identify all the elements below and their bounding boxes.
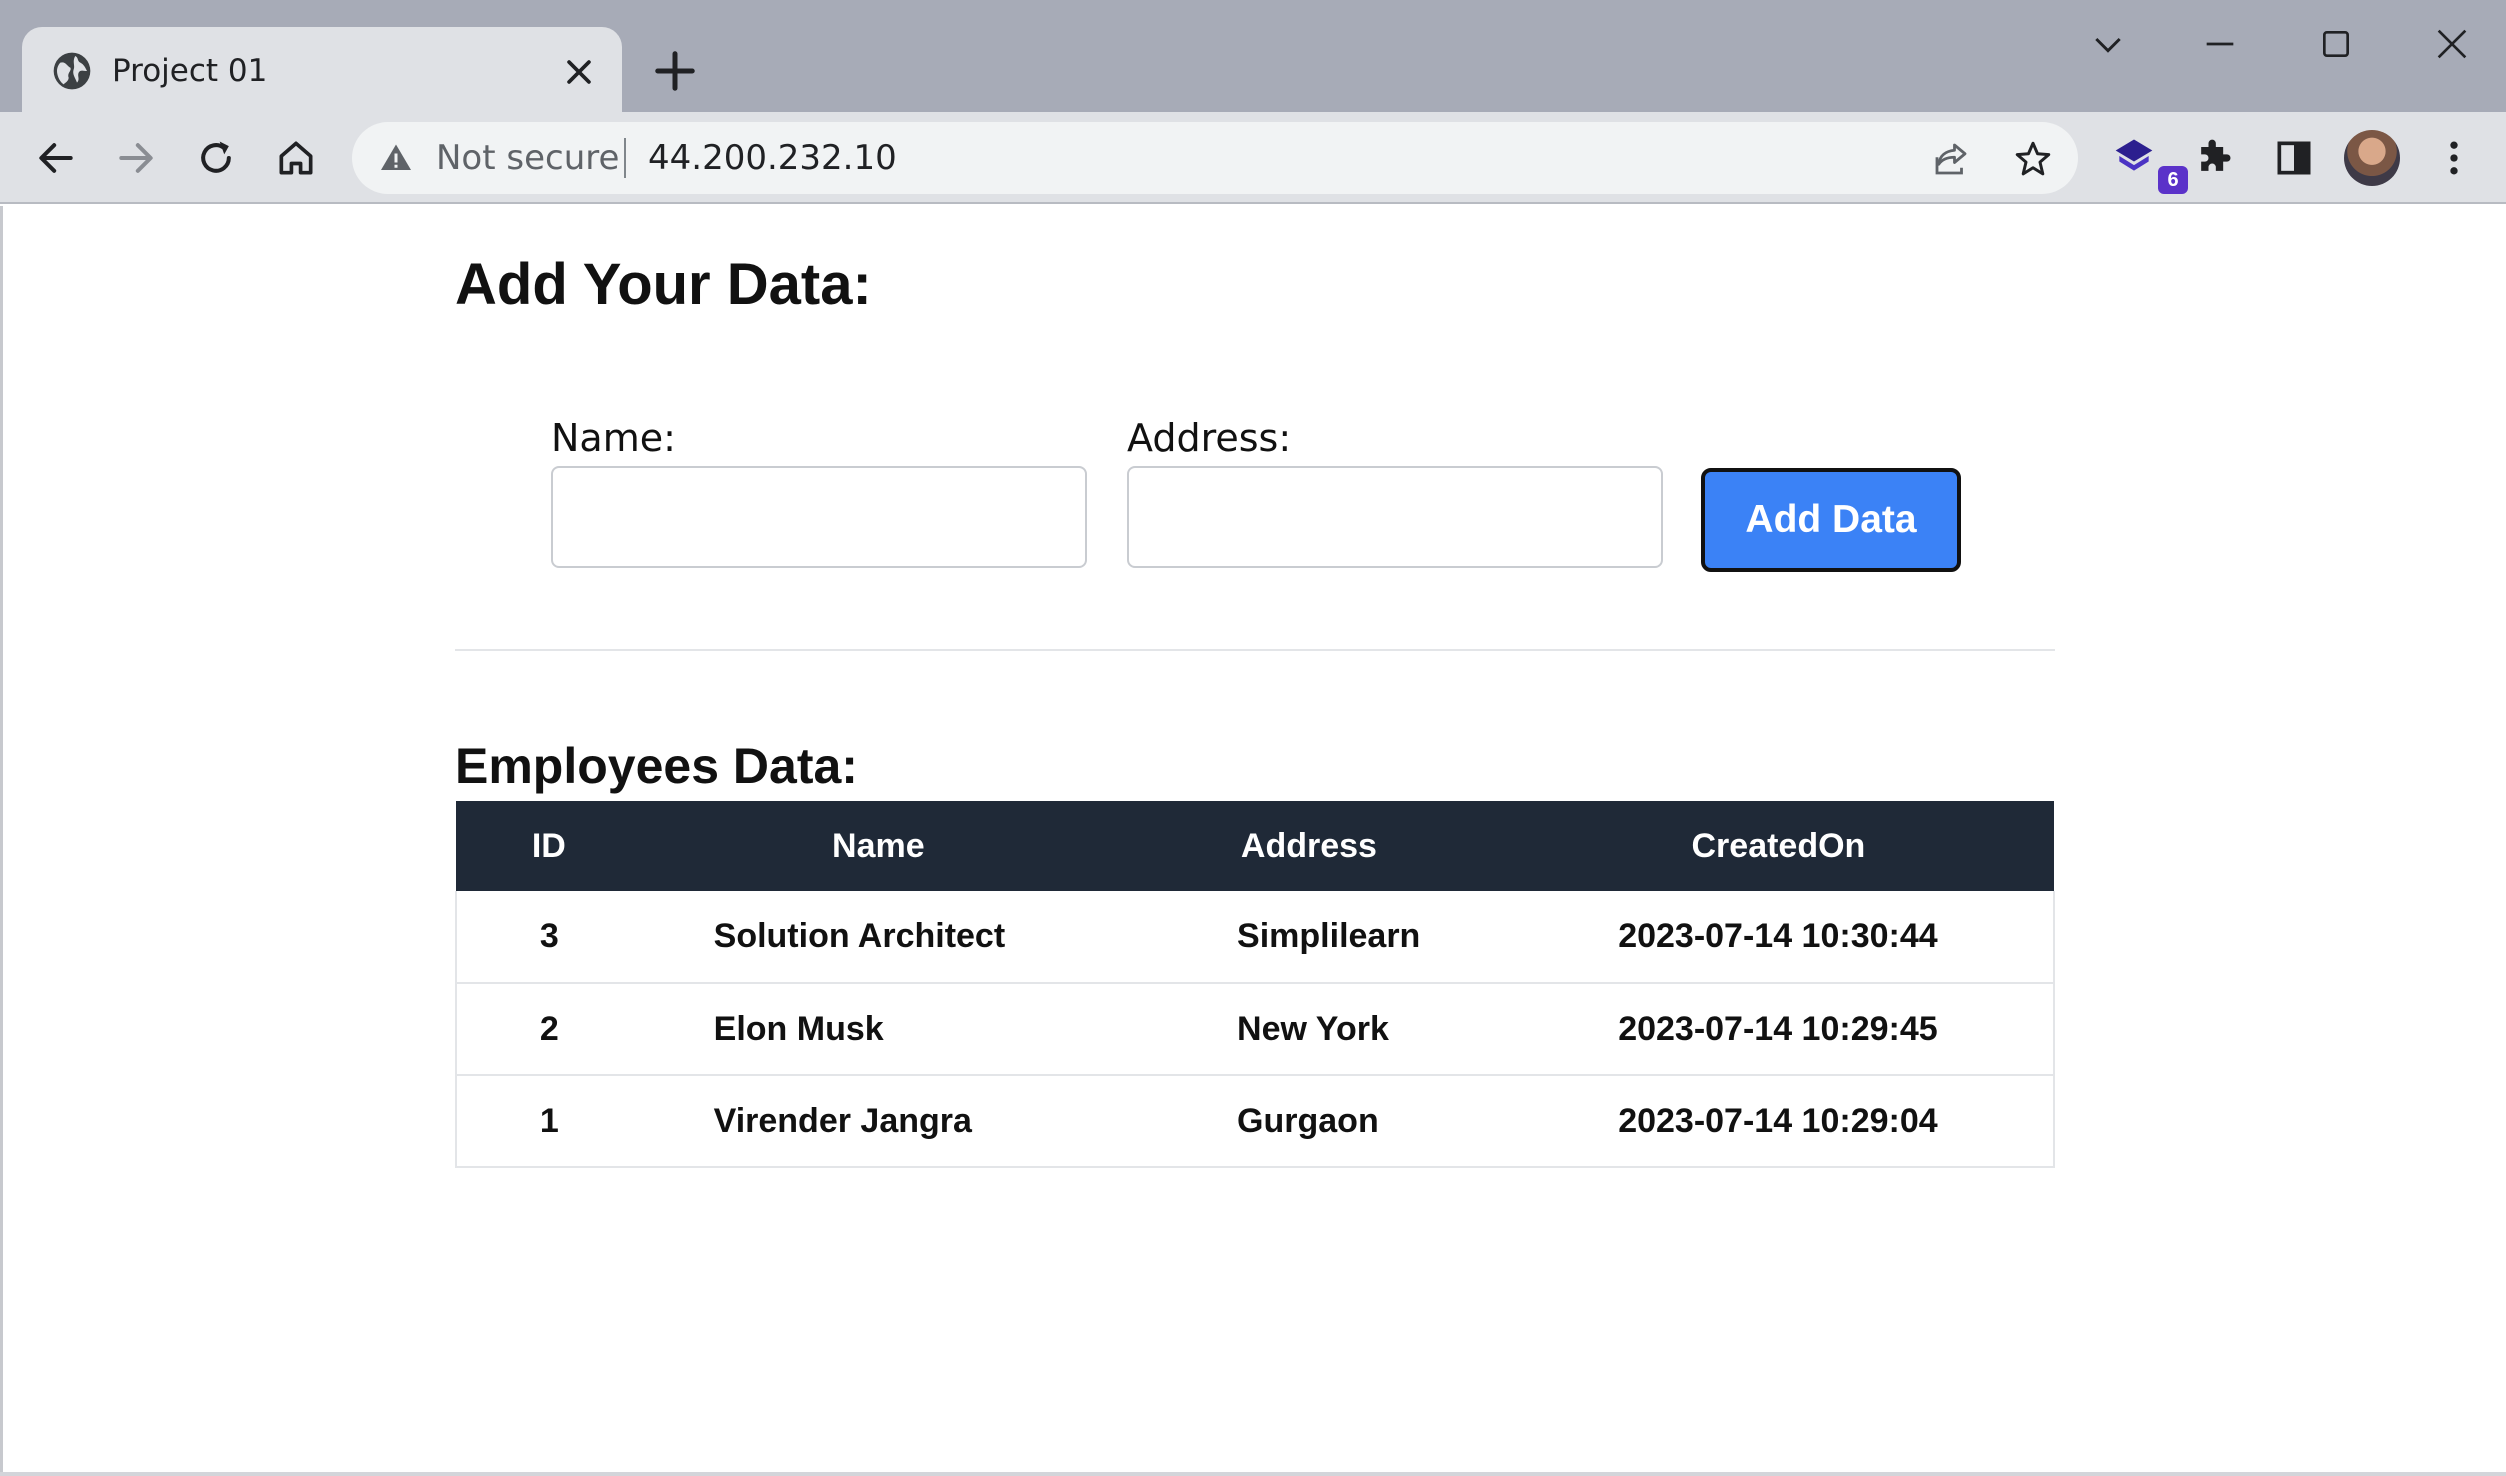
cell-name: Elon Musk xyxy=(713,1009,884,1048)
extensions-puzzle-icon[interactable] xyxy=(2192,136,2236,180)
page-viewport: Add Your Data: Name: Address: Add Data E… xyxy=(0,206,2506,1476)
table-row: 2 Elon Musk New York 2023-07-14 10:29:45 xyxy=(456,983,2054,1075)
kebab-menu-icon[interactable] xyxy=(2432,136,2476,180)
column-header-createdon: CreatedOn xyxy=(1691,826,1866,865)
add-data-heading: Add Your Data: xyxy=(455,252,872,317)
address-bar[interactable]: Not secure 44.200.232.10 xyxy=(352,122,2078,194)
extension-stack-icon[interactable] xyxy=(2112,134,2156,178)
cell-created-on: 2023-07-14 10:30:44 xyxy=(1618,917,1938,955)
minimize-icon[interactable] xyxy=(2200,24,2240,64)
table-row: 1 Virender Jangra Gurgaon 2023-07-14 10:… xyxy=(456,1075,2054,1167)
cell-id: 2 xyxy=(539,1009,559,1048)
cell-id: 3 xyxy=(539,917,559,955)
window-left-border xyxy=(0,206,3,1476)
section-divider xyxy=(455,649,2055,651)
home-icon[interactable] xyxy=(274,136,318,180)
browser-window: Project 01 Not secure 44.200.232.10 6 Ad… xyxy=(0,0,2506,1476)
globe-icon xyxy=(53,52,91,90)
share-icon[interactable] xyxy=(1930,138,1972,180)
cell-name: Virender Jangra xyxy=(713,1101,972,1140)
profile-avatar[interactable] xyxy=(2344,130,2400,186)
tab-search-chevron-icon[interactable] xyxy=(2088,24,2128,64)
side-panel-icon[interactable] xyxy=(2272,136,2316,180)
reload-icon[interactable] xyxy=(194,136,238,180)
forward-arrow-icon[interactable] xyxy=(114,136,158,180)
name-label: Name: xyxy=(551,416,676,460)
bookmark-star-icon[interactable] xyxy=(2012,138,2054,180)
tab-project[interactable]: Project 01 xyxy=(22,27,622,112)
extension-badge: 6 xyxy=(2158,166,2188,194)
warning-triangle-icon[interactable] xyxy=(378,140,414,176)
column-header-address: Address xyxy=(1240,826,1377,865)
table-header-row: ID Name Address CreatedOn xyxy=(456,801,2054,891)
column-header-name: Name xyxy=(832,826,925,865)
browser-toolbar: Not secure 44.200.232.10 6 xyxy=(0,112,2506,204)
cell-created-on: 2023-07-14 10:29:45 xyxy=(1618,1009,1938,1048)
cell-name: Solution Architect xyxy=(713,917,1006,955)
maximize-icon[interactable] xyxy=(2316,24,2356,64)
cell-created-on: 2023-07-14 10:29:04 xyxy=(1618,1101,1938,1140)
tab-title: Project 01 xyxy=(112,53,268,89)
table-row: 3 Solution Architect Simplilearn 2023-07… xyxy=(456,891,2054,983)
add-data-button[interactable]: Add Data xyxy=(1701,468,1961,572)
name-input[interactable] xyxy=(551,466,1087,568)
url-text[interactable]: 44.200.232.10 xyxy=(648,136,897,180)
employees-heading: Employees Data: xyxy=(455,738,858,794)
address-label: Address: xyxy=(1127,416,1292,460)
back-arrow-icon[interactable] xyxy=(34,136,78,180)
omnibox-separator xyxy=(624,138,626,178)
not-secure-label[interactable]: Not secure xyxy=(436,136,619,180)
new-tab-icon[interactable] xyxy=(652,48,698,94)
employees-table: ID Name Address CreatedOn 3 Solution Arc… xyxy=(455,801,2055,1168)
close-tab-icon[interactable] xyxy=(562,55,596,89)
tab-strip: Project 01 xyxy=(0,0,2506,112)
cell-address: Gurgaon xyxy=(1237,1101,1379,1140)
cell-id: 1 xyxy=(539,1101,559,1140)
bottom-edge xyxy=(0,1472,2506,1476)
cell-address: Simplilearn xyxy=(1237,917,1421,955)
close-window-icon[interactable] xyxy=(2432,24,2472,64)
column-header-id: ID xyxy=(531,826,566,865)
cell-address: New York xyxy=(1237,1009,1389,1048)
address-input[interactable] xyxy=(1127,466,1663,568)
